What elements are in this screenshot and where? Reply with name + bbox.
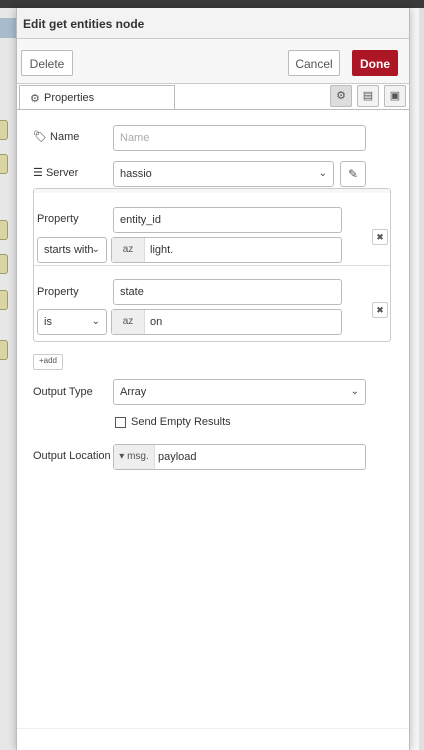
rule-2-property-label: Property bbox=[37, 286, 79, 298]
name-input[interactable]: Name bbox=[113, 125, 366, 151]
output-type-select[interactable]: Array ⌄ bbox=[113, 379, 366, 405]
string-type-icon[interactable]: az bbox=[112, 238, 145, 262]
rule-2-value-input[interactable]: az on bbox=[111, 309, 342, 335]
rule-1-property-label: Property bbox=[37, 213, 79, 225]
output-location-prefix: msg. bbox=[127, 451, 149, 462]
settings-tab-button[interactable]: ⚙ bbox=[330, 85, 352, 107]
rule-2-property-input[interactable]: state bbox=[113, 279, 342, 305]
name-label: Name bbox=[50, 131, 80, 143]
server-label-wrap: ☰ Server bbox=[33, 166, 78, 179]
sidebar-scrollbar[interactable] bbox=[419, 8, 424, 750]
document-icon: ▤ bbox=[362, 90, 374, 102]
msg-type-selector[interactable]: ▾ msg. bbox=[114, 445, 155, 469]
rule-1-property-input[interactable]: entity_id bbox=[113, 207, 342, 233]
caret-down-icon: ⌄ bbox=[318, 168, 327, 179]
tab-properties[interactable]: ⚙ Properties bbox=[19, 85, 175, 110]
remove-icon: ✖ bbox=[376, 305, 384, 315]
rule-2-value: on bbox=[150, 316, 163, 328]
caret-down-icon: ▾ bbox=[119, 451, 125, 462]
name-label-wrap: 🏷 Name bbox=[33, 130, 79, 143]
output-location-input[interactable]: ▾ msg. payload bbox=[113, 444, 366, 470]
dialog-footer-divider bbox=[17, 728, 409, 729]
gear-icon: ⚙ bbox=[30, 93, 40, 105]
tag-icon: 🏷 bbox=[33, 131, 47, 143]
rule-2-operator-select[interactable]: is ⌄ bbox=[37, 309, 107, 335]
rule-2-property-value: state bbox=[120, 286, 144, 298]
name-placeholder: Name bbox=[120, 132, 150, 144]
flow-node[interactable] bbox=[0, 120, 8, 140]
appearance-tab-button[interactable]: ▣ bbox=[384, 85, 406, 107]
server-label: Server bbox=[45, 167, 79, 179]
cancel-button[interactable]: Cancel bbox=[288, 50, 340, 76]
rule-2-operator-value: is bbox=[44, 316, 52, 328]
string-type-icon[interactable]: az bbox=[112, 310, 145, 334]
add-label: add bbox=[43, 356, 58, 365]
description-tab-button[interactable]: ▤ bbox=[357, 85, 379, 107]
rule-1-remove-button[interactable]: ✖ bbox=[372, 229, 388, 245]
caret-down-icon: ⌄ bbox=[91, 316, 100, 327]
tab-properties-label: Properties bbox=[44, 92, 95, 104]
flow-node[interactable] bbox=[0, 290, 8, 310]
output-location-value: payload bbox=[158, 451, 197, 463]
flow-node[interactable] bbox=[0, 254, 8, 274]
output-type-value: Array bbox=[120, 386, 147, 398]
flow-node[interactable] bbox=[0, 340, 8, 360]
rule-1-value: light. bbox=[150, 244, 174, 256]
dialog-header: Edit get entities node bbox=[17, 8, 409, 39]
tab-divider bbox=[17, 109, 409, 110]
dialog-title: Edit get entities node bbox=[23, 17, 145, 31]
rule-2-remove-button[interactable]: ✖ bbox=[372, 302, 388, 318]
server-value: hassio bbox=[120, 168, 152, 180]
sidebar-edge bbox=[408, 8, 424, 750]
frame-icon: ▣ bbox=[389, 90, 401, 102]
done-button[interactable]: Done bbox=[352, 50, 398, 76]
rule-divider bbox=[34, 265, 390, 266]
add-rule-button[interactable]: +add bbox=[33, 354, 63, 370]
edit-server-button[interactable]: ✎ bbox=[340, 161, 366, 187]
pencil-icon: ✎ bbox=[347, 167, 359, 181]
output-location-label: Output Location bbox=[33, 450, 111, 462]
send-empty-label: Send Empty Results bbox=[131, 416, 231, 428]
gear-icon: ⚙ bbox=[336, 90, 346, 102]
app-topbar bbox=[0, 0, 424, 8]
flow-node[interactable] bbox=[0, 154, 8, 174]
caret-down-icon: ⌄ bbox=[350, 386, 359, 397]
rule-1-property-value: entity_id bbox=[120, 214, 161, 226]
server-select[interactable]: hassio ⌄ bbox=[113, 161, 334, 187]
edit-dialog: Edit get entities node Delete Cancel Don… bbox=[16, 8, 410, 750]
rule-1-value-input[interactable]: az light. bbox=[111, 237, 342, 263]
server-icon: ☰ bbox=[33, 167, 43, 179]
remove-icon: ✖ bbox=[376, 232, 384, 242]
dialog-toolbar: Delete Cancel Done bbox=[17, 39, 409, 84]
rule-1-operator-select[interactable]: starts with ⌄ bbox=[37, 237, 107, 263]
delete-button[interactable]: Delete bbox=[21, 50, 73, 76]
send-empty-checkbox[interactable] bbox=[115, 417, 126, 428]
rules-list-header bbox=[34, 189, 390, 193]
output-type-label: Output Type bbox=[33, 386, 93, 398]
flow-node[interactable] bbox=[0, 220, 8, 240]
caret-down-icon: ⌄ bbox=[91, 244, 100, 255]
rule-1-operator-value: starts with bbox=[44, 244, 94, 256]
